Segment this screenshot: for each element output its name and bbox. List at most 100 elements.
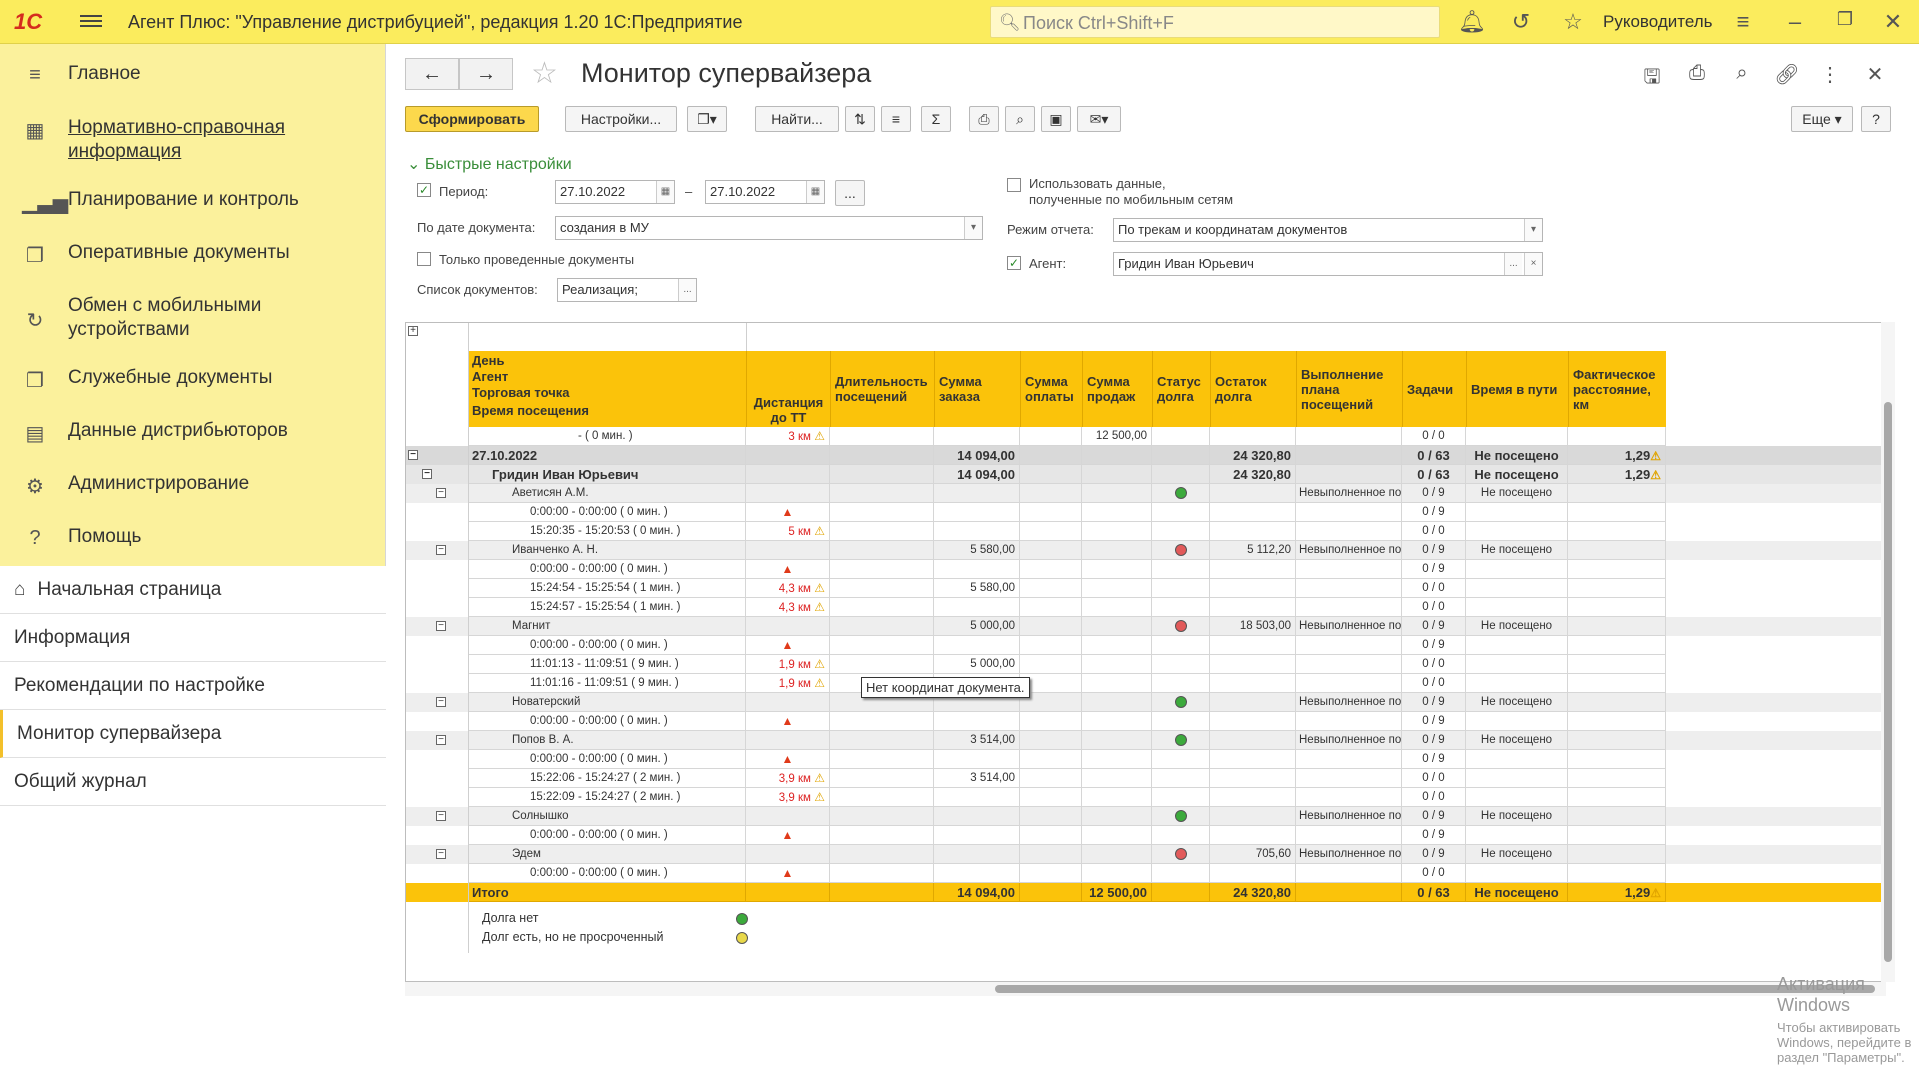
quick-settings-toggle[interactable]: ⌄ Быстрые настройки bbox=[407, 154, 572, 174]
period-select-button[interactable]: ... bbox=[835, 180, 865, 206]
table-row[interactable]: 0:00:00 - 0:00:00 ( 0 мин. ) ▲ 0 / 0 bbox=[406, 864, 1885, 883]
favorite-star-icon[interactable]: ☆ bbox=[531, 56, 558, 91]
table-row[interactable]: − Иванченко А. Н. 5 580,00 5 112,20 Невыполн… bbox=[406, 541, 1885, 560]
mail-icon[interactable]: ✉▾ bbox=[1077, 106, 1121, 132]
report-mode-select[interactable]: По трекам и координатам документов ▾ bbox=[1113, 218, 1543, 242]
cell-travel bbox=[1466, 560, 1568, 579]
minimize-icon[interactable]: – bbox=[1782, 9, 1808, 35]
table-row[interactable]: − Попов В. А. 3 514,00 Невыполненное посе 0 … bbox=[406, 731, 1885, 750]
table-row[interactable]: − Эдем 705,60 Невыполненное посе 0 / 9 Не пос… bbox=[406, 845, 1885, 864]
table-row[interactable]: 0:00:00 - 0:00:00 ( 0 мин. ) ▲ 0 / 9 bbox=[406, 826, 1885, 845]
table-row[interactable]: − Аветисян А.М. Невыполненное посе 0 / 9 Не … bbox=[406, 484, 1885, 503]
order-value: 5 580,00 bbox=[970, 582, 1015, 594]
collapse-icon[interactable]: − bbox=[436, 849, 446, 859]
agent-checkbox[interactable]: ✓ bbox=[1007, 256, 1021, 270]
table-row[interactable]: 15:22:06 - 15:24:27 ( 2 мин. ) 3,9 км ⚠ 3 … bbox=[406, 769, 1885, 788]
cell-tasks: 0 / 9 bbox=[1402, 826, 1466, 845]
history-icon[interactable]: ↺ bbox=[1508, 9, 1534, 35]
variants-button[interactable]: ❐▾ bbox=[687, 106, 727, 132]
link-icon[interactable]: 🔗︎ bbox=[1774, 62, 1800, 87]
chevron-down-icon[interactable]: ▾ bbox=[964, 217, 982, 239]
tasks-value: 0 / 9 bbox=[1422, 544, 1445, 556]
table-row[interactable]: 15:20:35 - 15:20:53 ( 0 мин. ) 5 км ⚠ 0 / … bbox=[406, 522, 1885, 541]
table-row[interactable]: − 27.10.2022 14 094,00 24 320,80 0 / 63 Не по… bbox=[406, 446, 1885, 465]
star-icon[interactable]: ☆ bbox=[1560, 9, 1586, 35]
horizontal-scrollbar[interactable] bbox=[405, 982, 1886, 996]
print-icon[interactable]: ⎙ bbox=[1684, 62, 1710, 85]
collapse-icon[interactable]: − bbox=[436, 735, 446, 745]
nav-recommendations[interactable]: Рекомендации по настройке bbox=[0, 662, 386, 710]
bell-icon[interactable]: 🔔︎ bbox=[1458, 9, 1486, 35]
collapse-icon[interactable]: − bbox=[436, 697, 446, 707]
select-agent-icon[interactable]: ... bbox=[1504, 253, 1522, 275]
clear-icon[interactable]: × bbox=[1524, 253, 1542, 275]
date-from-field[interactable]: 27.10.2022 ▦ bbox=[555, 180, 675, 204]
user-name[interactable]: Руководитель bbox=[1603, 12, 1713, 32]
chevron-down-icon[interactable]: ▾ bbox=[1524, 219, 1542, 241]
settings-button[interactable]: Настройки... bbox=[565, 106, 677, 132]
table-row[interactable]: 11:01:13 - 11:09:51 ( 9 мин. ) 1,9 км ⚠ 5 … bbox=[406, 655, 1885, 674]
tasks-value: 0 / 9 bbox=[1422, 487, 1445, 499]
agent-field[interactable]: Гридин Иван Юрьевич... × bbox=[1113, 252, 1543, 276]
more-button[interactable]: Еще ▾ bbox=[1791, 106, 1853, 132]
by-date-select[interactable]: создания в МУ ▾ bbox=[555, 216, 983, 240]
print-button-icon[interactable]: ⎙ bbox=[969, 106, 999, 132]
vertical-scrollbar[interactable] bbox=[1881, 322, 1895, 982]
find-button[interactable]: Найти... bbox=[755, 106, 839, 132]
close-icon[interactable]: ✕ bbox=[1880, 9, 1906, 35]
table-row[interactable]: − Солнышко Невыполненное посе 0 / 9 Не посещ… bbox=[406, 807, 1885, 826]
form-close-icon[interactable]: ✕ bbox=[1862, 62, 1888, 87]
sum-icon[interactable]: Σ bbox=[921, 106, 951, 132]
cell-dist: ▲ bbox=[746, 503, 830, 522]
collapse-icon[interactable]: − bbox=[436, 488, 446, 498]
search-input[interactable]: 🔍︎ Поиск Ctrl+Shift+F bbox=[990, 6, 1440, 38]
help-button[interactable]: ? bbox=[1861, 106, 1891, 132]
collapse-icon[interactable]: − bbox=[436, 811, 446, 821]
table-row[interactable]: 15:24:57 - 15:25:54 ( 1 мин. ) 4,3 км ⚠ 0 … bbox=[406, 598, 1885, 617]
expand-all-icon[interactable]: + bbox=[408, 326, 418, 336]
table-row[interactable]: − Гридин Иван Юрьевич 14 094,00 24 320,80 0 … bbox=[406, 465, 1885, 484]
table-row[interactable]: 0:00:00 - 0:00:00 ( 0 мин. ) ▲ 0 / 9 bbox=[406, 560, 1885, 579]
calendar-icon[interactable]: ▦ bbox=[656, 181, 674, 203]
settings-menu-icon[interactable]: ≡ bbox=[1730, 9, 1756, 35]
nav-supervisor-monitor[interactable]: Монитор супервайзера bbox=[0, 710, 386, 758]
restore-icon[interactable]: ❐ bbox=[1832, 9, 1858, 30]
preview-button-icon[interactable]: ⌕ bbox=[1005, 106, 1035, 132]
table-row[interactable]: − Новатерский Невыполненное посе 0 / 9 Не по… bbox=[406, 693, 1885, 712]
hamburger-icon[interactable] bbox=[80, 12, 102, 32]
sort-asc-icon[interactable]: ⇅ bbox=[845, 106, 875, 132]
nav-info[interactable]: Информация bbox=[0, 614, 386, 662]
table-row[interactable]: 0:00:00 - 0:00:00 ( 0 мин. ) ▲ 0 / 9 bbox=[406, 712, 1885, 731]
nav-home[interactable]: ⌂ Начальная страница bbox=[0, 566, 386, 614]
warning-icon: ⚠ bbox=[810, 790, 825, 804]
forward-button[interactable]: → bbox=[459, 58, 513, 90]
table-row[interactable]: 0:00:00 - 0:00:00 ( 0 мин. ) ▲ 0 / 9 bbox=[406, 750, 1885, 769]
save-icon[interactable]: 🖫 bbox=[1639, 62, 1665, 96]
back-button[interactable]: ← bbox=[405, 58, 459, 90]
only-posted-checkbox[interactable] bbox=[417, 252, 431, 266]
preview-icon[interactable]: ⌕ bbox=[1729, 62, 1755, 85]
table-row[interactable]: 0:00:00 - 0:00:00 ( 0 мин. ) ▲ 0 / 9 bbox=[406, 636, 1885, 655]
sort-desc-icon[interactable]: ≡ bbox=[881, 106, 911, 132]
collapse-icon[interactable]: − bbox=[436, 545, 446, 555]
table-row[interactable]: 11:01:16 - 11:09:51 ( 9 мин. ) 1,9 км ⚠ 0 … bbox=[406, 674, 1885, 693]
legend-dot-icon bbox=[736, 932, 748, 944]
table-row[interactable]: − Магнит 5 000,00 18 503,00 Невыполненное по… bbox=[406, 617, 1885, 636]
collapse-icon[interactable]: − bbox=[422, 469, 432, 479]
doc-list-field[interactable]: Реализация; Приходны... bbox=[557, 278, 697, 302]
table-row[interactable]: 15:24:54 - 15:25:54 ( 1 мин. ) 4,3 км ⚠ 5 … bbox=[406, 579, 1885, 598]
collapse-icon[interactable]: − bbox=[436, 621, 446, 631]
nav-journal[interactable]: Общий журнал bbox=[0, 758, 386, 806]
select-button-icon[interactable]: ... bbox=[678, 279, 696, 301]
table-row[interactable]: 15:22:09 - 15:24:27 ( 2 мин. ) 3,9 км ⚠ 0 … bbox=[406, 788, 1885, 807]
more-vertical-icon[interactable]: ⋮ bbox=[1817, 62, 1843, 87]
use-mobile-checkbox[interactable] bbox=[1007, 178, 1021, 192]
generate-button[interactable]: Сформировать bbox=[405, 106, 539, 132]
collapse-icon[interactable]: − bbox=[408, 450, 418, 460]
table-row[interactable]: - ( 0 мин. ) 3 км ⚠ 12 500,00 0 / 0 bbox=[406, 427, 1885, 446]
table-row[interactable]: 0:00:00 - 0:00:00 ( 0 мин. ) ▲ 0 / 9 bbox=[406, 503, 1885, 522]
date-to-field[interactable]: 27.10.2022 ▦ bbox=[705, 180, 825, 204]
save-button-icon[interactable]: ▣ bbox=[1041, 106, 1071, 132]
period-checkbox[interactable]: ✓ bbox=[417, 183, 431, 197]
calendar-icon[interactable]: ▦ bbox=[806, 181, 824, 203]
